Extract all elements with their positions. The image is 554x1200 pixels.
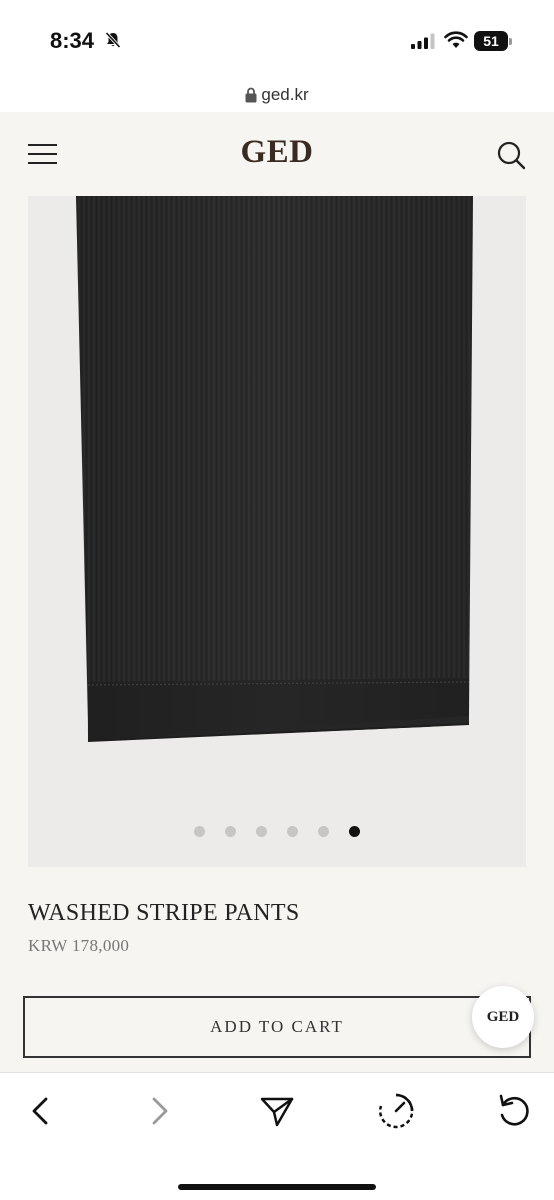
- pagination-dot[interactable]: [256, 826, 267, 837]
- pagination-dot[interactable]: [194, 826, 205, 837]
- pagination-dot[interactable]: [318, 826, 329, 837]
- forward-icon[interactable]: [146, 1091, 174, 1131]
- pagination-dot-active[interactable]: [349, 826, 360, 837]
- product-price: KRW 178,000: [28, 936, 130, 955]
- share-icon[interactable]: [259, 1091, 295, 1131]
- site-header: GED: [0, 112, 554, 196]
- back-icon[interactable]: [26, 1091, 54, 1131]
- home-indicator: [178, 1184, 376, 1190]
- reload-icon[interactable]: [496, 1091, 532, 1131]
- lock-icon: [245, 87, 257, 103]
- search-icon[interactable]: [496, 140, 526, 170]
- add-to-cart-label: ADD TO CART: [210, 1017, 344, 1036]
- status-bar: 8:34 51: [0, 0, 554, 78]
- url-bar[interactable]: ged.kr: [0, 78, 554, 112]
- pagination-dot[interactable]: [225, 826, 236, 837]
- speed-icon[interactable]: [377, 1091, 415, 1131]
- battery-icon: 51: [474, 31, 508, 51]
- url-display[interactable]: ged.kr: [245, 85, 309, 105]
- url-text: ged.kr: [261, 85, 309, 104]
- chat-badge-button[interactable]: GED: [472, 986, 534, 1048]
- status-time: 8:34: [50, 28, 95, 53]
- cellular-signal-icon: [411, 33, 435, 49]
- battery-tip: [509, 38, 512, 45]
- chat-badge-label: GED: [486, 1008, 520, 1025]
- pagination-dot[interactable]: [287, 826, 298, 837]
- product-image[interactable]: [28, 196, 526, 867]
- wifi-icon: [444, 31, 468, 48]
- browser-toolbar: [0, 1072, 554, 1200]
- product-photo: [76, 196, 473, 742]
- add-to-cart-button[interactable]: ADD TO CART: [23, 996, 531, 1058]
- site-logo[interactable]: GED: [0, 134, 554, 171]
- battery-level: 51: [483, 33, 499, 49]
- bell-slash-icon: [105, 31, 121, 49]
- image-pagination: [28, 826, 526, 837]
- product-name: WASHED STRIPE PANTS: [28, 900, 300, 926]
